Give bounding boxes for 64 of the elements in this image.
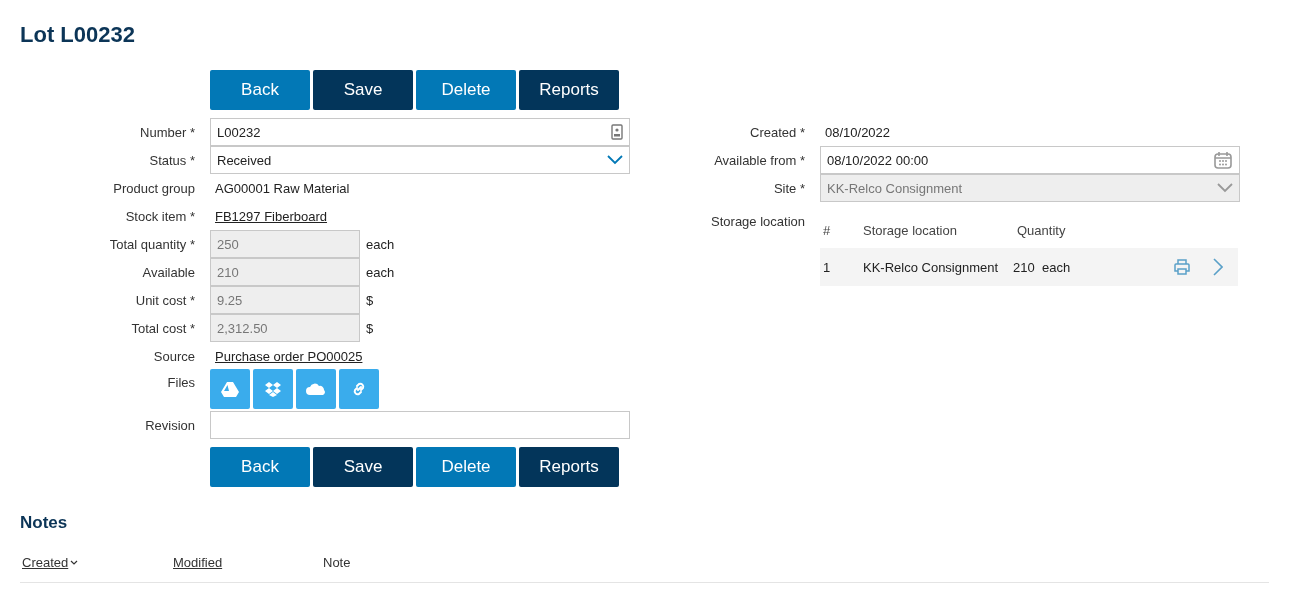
field-value: AG00001 Raw Material <box>214 180 351 196</box>
calendar-icon[interactable] <box>1213 150 1233 170</box>
select-field[interactable]: Received <box>210 146 630 174</box>
file-source-button[interactable] <box>296 369 336 409</box>
column-header: Note <box>323 555 352 570</box>
input-field[interactable]: L00232 <box>210 118 630 146</box>
field-label: Number * <box>139 124 195 140</box>
field-label: Available from * <box>713 152 805 168</box>
unit-text: $ <box>366 292 374 308</box>
box-icon <box>264 381 282 397</box>
readonly-field[interactable]: 250 <box>210 230 360 258</box>
section-title: Notes <box>20 513 69 533</box>
field-label: Total cost * <box>130 320 195 336</box>
unit-text: each <box>366 236 395 252</box>
printer-icon[interactable] <box>1173 259 1191 275</box>
readonly-field[interactable]: 2,312.50 <box>210 314 360 342</box>
page-title: Lot L00232 <box>20 22 136 49</box>
unit-text: $ <box>366 320 374 336</box>
file-source-button[interactable] <box>339 369 379 409</box>
action-button[interactable]: Reports <box>519 447 619 487</box>
input-field[interactable] <box>210 411 630 439</box>
chevron-right-icon[interactable] <box>1213 258 1223 276</box>
field-link[interactable]: Purchase order PO00025 <box>210 348 363 364</box>
file-source-button[interactable] <box>210 369 250 409</box>
field-label: Status * <box>148 152 195 168</box>
field-label: Files <box>166 374 195 390</box>
table-row[interactable]: 1 KK-Relco Consignment 210 each <box>820 248 1238 286</box>
field-link[interactable]: FB1297 Fiberboard <box>210 208 327 224</box>
action-button[interactable]: Back <box>210 447 310 487</box>
table-cell-text: KK-Relco Consignment <box>863 259 1000 275</box>
field-label: Unit cost * <box>134 292 195 308</box>
chevron-down-icon[interactable] <box>607 155 623 165</box>
action-button[interactable]: Delete <box>416 70 516 110</box>
field-value: 08/10/2022 <box>824 124 892 140</box>
column-header: # <box>823 222 832 238</box>
column-header[interactable]: Created <box>22 555 173 570</box>
unit-text: each <box>366 264 395 280</box>
action-button[interactable]: Back <box>210 70 310 110</box>
date-field[interactable]: 08/10/2022 00:00 <box>820 146 1240 174</box>
field-label: Total quantity * <box>108 236 195 252</box>
sort-caret-icon <box>70 559 79 566</box>
field-label: Stock item * <box>124 208 195 224</box>
cloud-icon <box>306 382 326 396</box>
file-source-button[interactable] <box>253 369 293 409</box>
triangle-icon <box>221 381 239 397</box>
field-label: Created * <box>749 124 805 140</box>
column-header: Storage location <box>863 222 958 238</box>
id-card-icon[interactable] <box>611 124 623 140</box>
readonly-field[interactable]: 9.25 <box>210 286 360 314</box>
action-button[interactable]: Reports <box>519 70 619 110</box>
column-header[interactable]: Modified <box>173 555 323 570</box>
action-button[interactable]: Save <box>313 70 413 110</box>
field-label: Source <box>152 348 195 364</box>
table-cell-text: 210 each <box>1013 259 1072 275</box>
field-label: Product group <box>112 180 195 196</box>
field-label: Site * <box>772 180 805 196</box>
field-label: Storage location <box>710 213 805 229</box>
action-button[interactable]: Delete <box>416 447 516 487</box>
column-header: Quantity <box>1017 222 1067 238</box>
readonly-field[interactable]: 210 <box>210 258 360 286</box>
field-label: Available <box>141 264 195 280</box>
field-label: Revision <box>144 417 195 433</box>
action-button[interactable]: Save <box>313 447 413 487</box>
table-cell-text: 1 <box>823 259 832 275</box>
